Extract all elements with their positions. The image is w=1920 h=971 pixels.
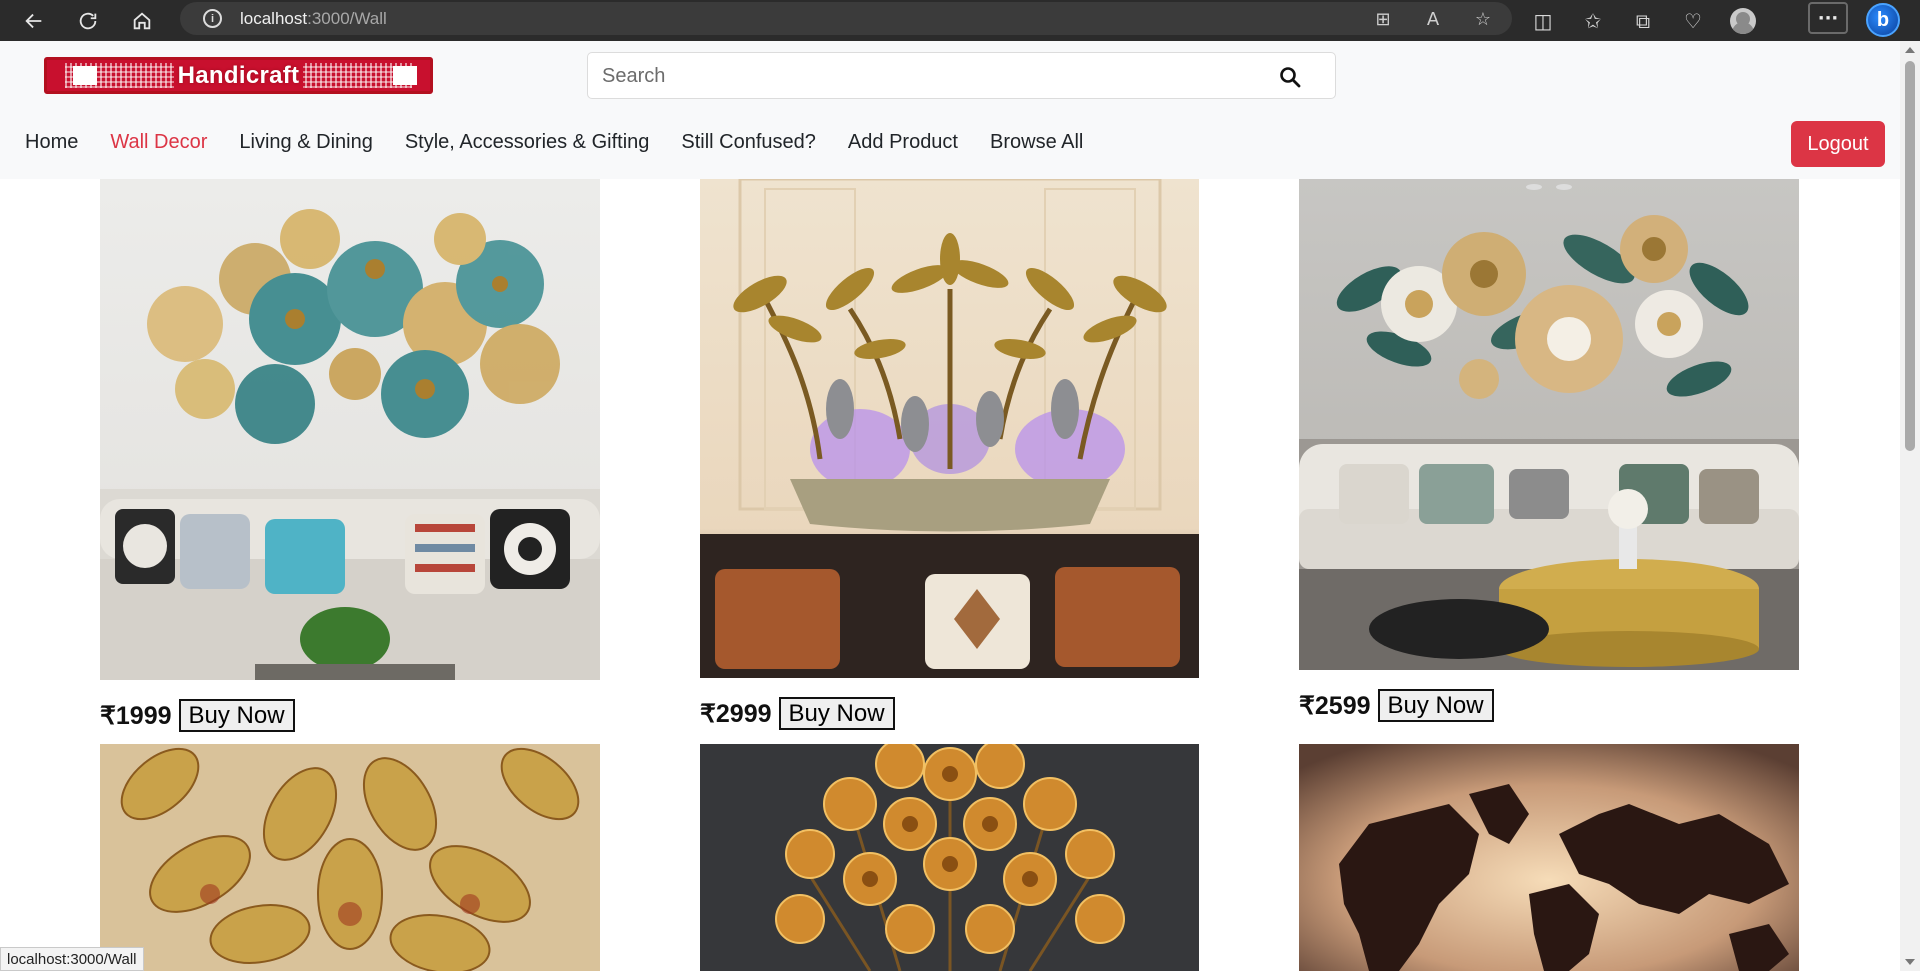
search-bar [587, 52, 1336, 99]
search-icon[interactable] [1278, 65, 1302, 89]
search-input[interactable] [602, 63, 1242, 89]
page-content: Handicraft Home Wall Decor Living & Dini… [0, 41, 1900, 971]
home-icon[interactable] [125, 4, 159, 38]
favorites-icon[interactable]: ✩ [1580, 8, 1606, 34]
apps-icon[interactable]: ⊞ [1372, 8, 1394, 30]
scroll-down-arrow-icon[interactable] [1905, 959, 1915, 965]
product-image[interactable] [1299, 744, 1799, 971]
menu-still-confused[interactable]: Still Confused? [681, 131, 816, 154]
product-image[interactable] [700, 179, 1199, 678]
product-image[interactable] [100, 744, 600, 971]
refresh-icon[interactable] [71, 4, 105, 38]
product-card: ₹2599 Buy Now [1299, 179, 1799, 722]
product-image[interactable] [700, 744, 1199, 971]
menu-home[interactable]: Home [25, 131, 78, 154]
product-card: ₹1999 Buy Now [100, 179, 600, 732]
product-card [1299, 744, 1799, 971]
product-image[interactable] [1299, 179, 1799, 670]
browser-toolbar: i localhost:3000/Wall ⊞ A ☆ ◫ ✩ ⧉ ♡ ··· … [0, 0, 1920, 41]
product-card [700, 744, 1199, 971]
more-icon[interactable]: ··· [1808, 2, 1848, 34]
product-price: ₹1999 [100, 701, 172, 730]
scrollbar-thumb[interactable] [1905, 61, 1915, 451]
product-card: ₹2999 Buy Now [700, 179, 1199, 730]
address-url[interactable]: localhost:3000/Wall [240, 9, 387, 29]
back-icon[interactable] [17, 4, 51, 38]
page-scrollbar[interactable] [1900, 41, 1920, 971]
split-screen-icon[interactable]: ◫ [1530, 8, 1556, 34]
product-price: ₹2999 [700, 699, 772, 728]
main-menu: Home Wall Decor Living & Dining Style, A… [25, 131, 1083, 154]
price-row: ₹2599 Buy Now [1299, 689, 1799, 722]
price-row: ₹2999 Buy Now [700, 697, 1199, 730]
address-bar[interactable]: i localhost:3000/Wall ⊞ A ☆ [180, 2, 1512, 35]
navbar: Handicraft Home Wall Decor Living & Dini… [0, 41, 1900, 179]
read-aloud-icon[interactable]: A [1422, 8, 1444, 30]
menu-living-dining[interactable]: Living & Dining [239, 131, 372, 154]
price-row: ₹1999 Buy Now [100, 699, 600, 732]
link-status-bar: localhost:3000/Wall [0, 947, 144, 971]
buy-now-button[interactable]: Buy Now [778, 697, 895, 730]
collections-icon[interactable]: ⧉ [1630, 8, 1656, 34]
performance-icon[interactable]: ♡ [1680, 8, 1706, 34]
favorite-star-icon[interactable]: ☆ [1472, 8, 1494, 30]
brand-name: Handicraft [173, 61, 304, 90]
copilot-icon[interactable]: b [1866, 3, 1900, 37]
menu-add-product[interactable]: Add Product [848, 131, 958, 154]
logout-button[interactable]: Logout [1791, 121, 1885, 167]
buy-now-button[interactable]: Buy Now [178, 699, 295, 732]
profile-icon[interactable] [1730, 7, 1756, 34]
url-path: :3000/Wall [307, 8, 387, 28]
menu-style-accessories-gifting[interactable]: Style, Accessories & Gifting [405, 131, 650, 154]
buy-now-button[interactable]: Buy Now [1377, 689, 1494, 722]
brand-logo[interactable]: Handicraft [44, 57, 433, 94]
menu-browse-all[interactable]: Browse All [990, 131, 1083, 154]
scroll-up-arrow-icon[interactable] [1905, 47, 1915, 53]
product-price: ₹2599 [1299, 691, 1371, 720]
url-host: localhost [240, 8, 308, 28]
product-card [100, 744, 600, 971]
product-image[interactable] [100, 179, 600, 680]
menu-wall-decor[interactable]: Wall Decor [110, 131, 207, 154]
site-info-icon[interactable]: i [203, 9, 222, 28]
